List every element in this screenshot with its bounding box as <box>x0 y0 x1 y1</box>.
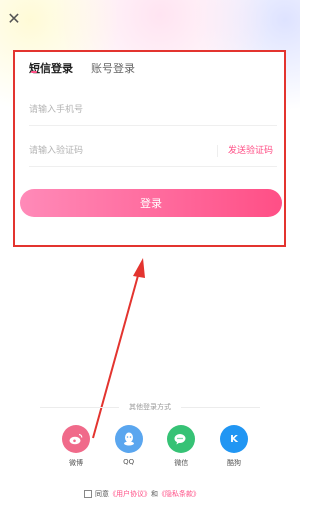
agreement-row: 同意 《用户协议》 和 《隐私条款》 <box>84 489 200 499</box>
social-wechat[interactable]: 微信 <box>165 425 197 468</box>
social-login-list: 微博 QQ 微信 K 酷狗 <box>60 425 250 468</box>
other-login-label: 其他登录方式 <box>129 403 171 411</box>
kugou-glyph: K <box>230 433 238 445</box>
weibo-label: 微博 <box>69 459 83 467</box>
login-panel: 短信登录 账号登录 发送验证码 登录 <box>13 50 286 247</box>
divider-line-left <box>40 406 119 408</box>
login-tabs: 短信登录 账号登录 <box>29 62 153 82</box>
phone-input[interactable] <box>29 96 199 124</box>
close-icon[interactable]: ✕ <box>5 10 23 28</box>
phone-field <box>29 96 277 126</box>
code-field: 发送验证码 <box>29 137 277 167</box>
social-kugou[interactable]: K 酷狗 <box>218 425 250 468</box>
kugou-label: 酷狗 <box>226 459 241 467</box>
send-code-button[interactable]: 发送验证码 <box>216 145 273 157</box>
wechat-label: 微信 <box>174 459 189 467</box>
social-qq[interactable]: QQ <box>113 425 145 468</box>
qq-icon[interactable] <box>114 425 143 453</box>
social-weibo[interactable]: 微博 <box>60 425 92 468</box>
wechat-icon[interactable] <box>167 425 196 453</box>
divider-line-right <box>181 406 260 408</box>
tab-indicator <box>31 71 37 73</box>
qq-label: QQ <box>123 458 135 466</box>
tab-account-login[interactable]: 账号登录 <box>91 62 135 82</box>
agreement-checkbox[interactable] <box>84 490 92 498</box>
kugou-icon[interactable]: K <box>219 425 248 453</box>
agreement-agree-text: 同意 <box>95 490 109 498</box>
other-login-divider: 其他登录方式 <box>40 400 260 414</box>
agreement-and-text: 和 <box>151 490 158 498</box>
privacy-policy-link[interactable]: 《隐私条款》 <box>158 489 200 499</box>
user-agreement-link[interactable]: 《用户协议》 <box>109 489 151 499</box>
code-input[interactable] <box>29 137 199 165</box>
login-button[interactable]: 登录 <box>20 189 282 217</box>
weibo-icon[interactable] <box>62 425 90 453</box>
